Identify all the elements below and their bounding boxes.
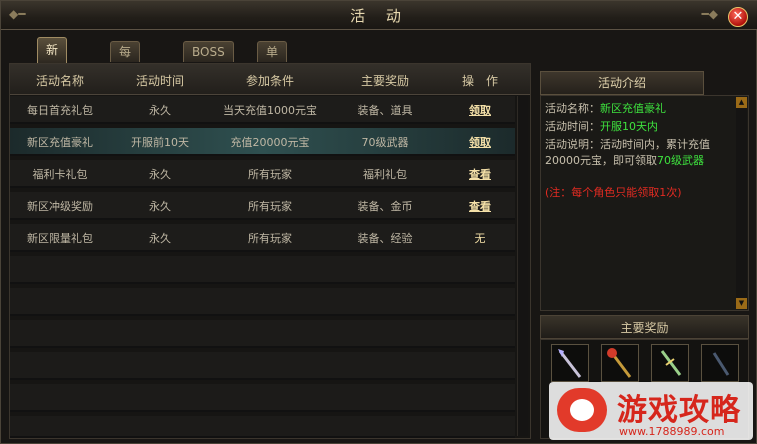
tab-solo-dungeon[interactable]: 单人副本: [257, 41, 288, 119]
info-title: 活动介绍: [540, 71, 704, 95]
info-note: (注：每个角色只能领取1次): [545, 186, 682, 199]
activity-table: 活动名称 活动时间 参加条件 主要奖励 操 作 每日首充礼包 永久 当天充值10…: [9, 63, 531, 439]
row-name: 福利卡礼包: [32, 168, 88, 181]
info-time-line: 活动时间：开服10天内: [545, 118, 658, 134]
tab-daily[interactable]: 每日活动: [110, 41, 141, 119]
row-time: 永久: [149, 104, 171, 117]
row-condition: 当天充值1000元宝: [223, 104, 317, 117]
row-condition: 所有玩家: [248, 232, 292, 245]
sword-icon: [660, 350, 682, 376]
reward-slot[interactable]: [601, 344, 639, 382]
claim-link[interactable]: 领取: [440, 102, 520, 118]
info-desc-line1: 活动说明：活动时间内，累计充值: [545, 138, 710, 151]
info-time-label: 活动时间：: [545, 120, 600, 133]
row-time: 开服前10天: [131, 136, 189, 149]
ornament-right-icon: ━◆: [701, 7, 718, 21]
reward-slot[interactable]: [701, 344, 739, 382]
table-scrollbar[interactable]: [517, 96, 528, 436]
header-operation: 操 作: [461, 74, 498, 88]
empty-row: [10, 352, 515, 380]
scroll-up-icon[interactable]: ▲: [736, 97, 747, 108]
row-reward: 福利礼包: [363, 168, 407, 181]
row-condition: 充值20000元宝: [230, 136, 310, 149]
reward-slot[interactable]: [551, 344, 589, 382]
header-name: 活动名称: [35, 74, 84, 88]
table-row[interactable]: 福利卡礼包 永久 所有玩家 福利礼包 查看: [10, 160, 515, 188]
info-desc-line2: 20000元宝，即可领取70级武器: [545, 152, 704, 168]
row-name: 新区限量礼包: [27, 232, 93, 245]
view-link[interactable]: 查看: [440, 198, 520, 214]
row-name: 新区充值豪礼: [27, 136, 93, 149]
empty-row: [10, 384, 515, 412]
watermark: 游戏攻略 www.1788989.com: [549, 382, 753, 440]
empty-row: [10, 288, 515, 316]
row-time: 永久: [149, 168, 171, 181]
empty-row: [10, 416, 515, 438]
rewards-title: 主要奖励: [540, 315, 749, 339]
row-reward: 装备、道具: [357, 104, 413, 117]
close-button[interactable]: ✕: [728, 7, 748, 27]
info-desc-reward: 70级武器: [657, 154, 704, 167]
info-scrollbar[interactable]: ▲ ▼: [736, 97, 747, 309]
staff-icon: [607, 348, 632, 378]
tab-new-server[interactable]: 新区活动: [37, 37, 68, 132]
scroll-down-icon[interactable]: ▼: [736, 298, 747, 309]
row-reward: 装备、金币: [357, 200, 413, 213]
spear-icon: [558, 349, 582, 378]
info-name-label: 活动名称：: [545, 102, 600, 115]
row-name: 每日首充礼包: [27, 104, 93, 117]
gamepad-logo-icon: [557, 388, 607, 432]
table-row[interactable]: 每日首充礼包 永久 当天充值1000元宝 装备、道具 领取: [10, 96, 515, 124]
table-row[interactable]: 新区限量礼包 永久 所有玩家 装备、经验 无: [10, 224, 515, 252]
info-name-value: 新区充值豪礼: [600, 102, 666, 115]
claim-link[interactable]: 领取: [440, 134, 520, 150]
row-time: 永久: [149, 200, 171, 213]
table-row[interactable]: 新区冲级奖励 永久 所有玩家 装备、金币 查看: [10, 192, 515, 220]
blade-icon: [712, 352, 730, 376]
view-link[interactable]: 查看: [440, 166, 520, 182]
reward-slot[interactable]: [651, 344, 689, 382]
row-name: 新区冲级奖励: [27, 200, 93, 213]
row-condition: 所有玩家: [248, 200, 292, 213]
activity-window: ◆━ 活 动 ━◆ ✕ 新区活动 每日活动 BOSS信息 单人副本 活动名称 活…: [0, 0, 757, 444]
watermark-url: www.1788989.com: [619, 425, 725, 438]
operation-none: 无: [474, 232, 486, 245]
row-condition: 所有玩家: [248, 168, 292, 181]
info-desc-text: 20000元宝，即可领取: [545, 154, 657, 167]
row-time: 永久: [149, 232, 171, 245]
header-reward: 主要奖励: [360, 74, 409, 88]
info-content: 活动名称：新区充值豪礼 活动时间：开服10天内 活动说明：活动时间内，累计充值 …: [540, 95, 749, 311]
title-bar: ◆━ 活 动 ━◆ ✕: [1, 1, 757, 30]
row-reward: 70级武器: [361, 136, 409, 149]
watermark-text: 游戏攻略: [617, 393, 741, 428]
tab-boss[interactable]: BOSS信息: [183, 41, 234, 79]
window-title: 活 动: [350, 7, 409, 25]
empty-row: [10, 320, 515, 348]
header-time: 活动时间: [135, 74, 184, 88]
info-name-line: 活动名称：新区充值豪礼: [545, 100, 666, 116]
empty-row: [10, 256, 515, 284]
row-reward: 装备、经验: [357, 232, 413, 245]
header-condition: 参加条件: [245, 74, 294, 88]
info-time-value: 开服10天内: [600, 120, 658, 133]
table-row-selected[interactable]: 新区充值豪礼 开服前10天 充值20000元宝 70级武器 领取: [10, 128, 515, 156]
table-header: 活动名称 活动时间 参加条件 主要奖励 操 作: [10, 64, 530, 95]
